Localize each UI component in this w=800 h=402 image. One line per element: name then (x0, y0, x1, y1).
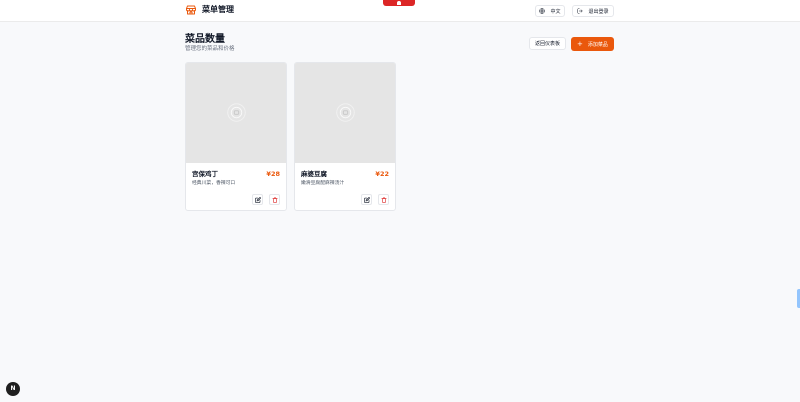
dish-actions (355, 194, 389, 205)
globe-icon (539, 8, 546, 14)
edit-icon (363, 196, 370, 203)
dish-description: 经典川菜，香辣可口 (192, 181, 236, 186)
brand: 菜单管理 (185, 4, 234, 16)
image-placeholder-icon (227, 103, 246, 122)
dish-image-placeholder (295, 63, 395, 163)
image-placeholder-icon (336, 103, 355, 122)
logout-button[interactable]: 退出登录 (572, 5, 614, 17)
plus-icon: + (577, 39, 583, 48)
delete-dish-button[interactable] (269, 194, 280, 205)
devtools-badge[interactable]: N (6, 382, 20, 396)
indicator-icon (397, 1, 401, 5)
dish-price: ¥22 (375, 170, 389, 178)
add-dish-label: 添加菜品 (587, 41, 608, 48)
dish-price: ¥28 (266, 170, 280, 178)
logout-label: 退出登录 (588, 8, 609, 15)
dish-name: 麻婆豆腐 (301, 170, 327, 178)
app-title: 菜单管理 (202, 5, 234, 14)
back-to-dashboard-button[interactable]: 返回仪表板 (529, 37, 566, 50)
trash-icon (271, 196, 278, 203)
add-dish-button[interactable]: + 添加菜品 (571, 37, 614, 51)
dish-card: 麻婆豆腐 ¥22 嫩滑豆腐配麻辣汤汁 (294, 62, 396, 211)
dish-description: 嫩滑豆腐配麻辣汤汁 (301, 181, 345, 186)
devtools-badge-label: N (10, 385, 16, 392)
page-title: 菜品数量 (185, 34, 225, 45)
dish-actions (246, 194, 280, 205)
dish-name: 宫保鸡丁 (192, 170, 218, 178)
page-subtitle: 管理您的菜品和价格 (185, 46, 235, 52)
edit-dish-button[interactable] (252, 194, 263, 205)
delete-dish-button[interactable] (378, 194, 389, 205)
trash-icon (380, 196, 387, 203)
store-icon (186, 5, 196, 15)
logout-icon (577, 8, 583, 14)
edit-dish-button[interactable] (361, 194, 372, 205)
language-button[interactable]: 中文 (535, 5, 565, 17)
edit-icon (254, 196, 261, 203)
dish-card: 宫保鸡丁 ¥28 经典川菜，香辣可口 (185, 62, 287, 211)
language-label: 中文 (550, 8, 561, 15)
dish-image-placeholder (186, 63, 286, 163)
top-indicator-tab[interactable] (383, 0, 415, 6)
